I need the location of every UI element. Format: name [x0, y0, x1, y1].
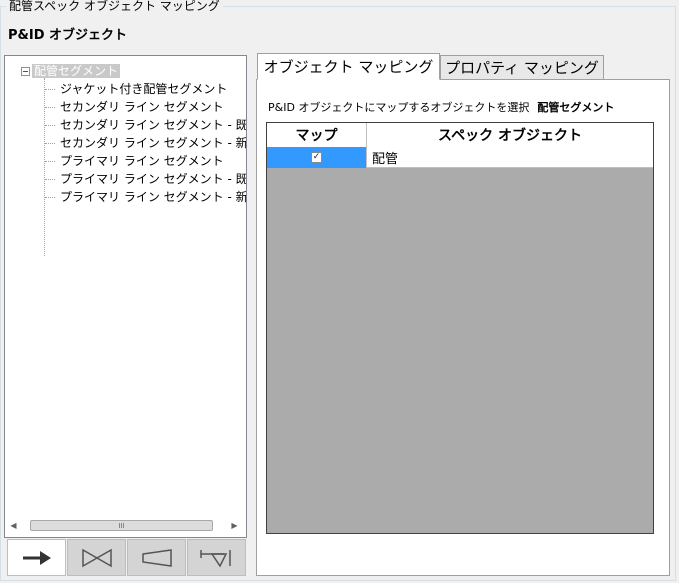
table-row[interactable]: ✓ 配管: [267, 147, 653, 168]
scroll-right-icon[interactable]: ▶: [226, 517, 243, 534]
tree-item-label[interactable]: プライマリ ライン セグメント: [60, 152, 224, 170]
tree-item-label[interactable]: セカンダリ ライン セグメント: [60, 98, 224, 116]
pid-object-tree[interactable]: 配管セグメント ジャケット付き配管セグメント セカンダリ ライン セグメント セ…: [4, 55, 247, 538]
tree-item[interactable]: プライマリ ライン セグメント - 新: [45, 188, 246, 206]
tree-item-label[interactable]: セカンダリ ライン セグメント - 既: [60, 116, 246, 134]
tree-item-label[interactable]: ジャケット付き配管セグメント: [60, 80, 227, 98]
collapse-icon[interactable]: [21, 66, 30, 76]
scroll-left-icon[interactable]: ◀: [5, 517, 22, 534]
selected-object-name: 配管セグメント: [537, 101, 615, 114]
tree-item[interactable]: プライマリ ライン セグメント: [45, 152, 224, 170]
group-title: 配管スペック オブジェクト マッピング: [6, 0, 223, 13]
reducer-button[interactable]: [127, 539, 186, 576]
tree-item[interactable]: セカンダリ ライン セグメント - 既: [45, 116, 246, 134]
tab-object-mapping[interactable]: オブジェクト マッピング: [257, 53, 440, 80]
tree-item-label[interactable]: セカンダリ ライン セグメント - 新: [60, 134, 246, 152]
spec-object-cell[interactable]: 配管: [367, 147, 653, 168]
tree-item[interactable]: セカンダリ ライン セグメント: [45, 98, 224, 116]
scroll-thumb[interactable]: III: [30, 520, 213, 531]
select-prompt: P&ID オブジェクトにマップするオブジェクトを選択 配管セグメント: [268, 101, 614, 115]
section-title: P&ID オブジェクト: [8, 28, 128, 43]
column-header-spec-object[interactable]: スペック オブジェクト: [367, 123, 653, 147]
grid-header: マップ スペック オブジェクト: [267, 123, 653, 148]
reducer-icon: [141, 548, 172, 567]
map-cell[interactable]: ✓: [267, 147, 367, 168]
valve-button[interactable]: [67, 539, 126, 576]
arrow-right-button[interactable]: [7, 539, 66, 576]
object-type-toolbar: [4, 539, 247, 576]
spec-mapping-grid[interactable]: マップ スペック オブジェクト ✓ 配管: [266, 122, 654, 534]
tree-item[interactable]: ジャケット付き配管セグメント: [45, 80, 227, 98]
arrow-right-icon: [22, 550, 51, 565]
tree-root-node[interactable]: 配管セグメント: [21, 64, 121, 78]
valve-icon: [81, 548, 112, 567]
pipe-connector-icon: [199, 549, 231, 567]
tree-item-label[interactable]: プライマリ ライン セグメント - 既: [60, 170, 246, 188]
tree-item[interactable]: セカンダリ ライン セグメント - 新: [45, 134, 246, 152]
tree-item-label[interactable]: プライマリ ライン セグメント - 新: [60, 188, 246, 206]
pipe-connector-button[interactable]: [187, 539, 246, 576]
tab-property-mapping[interactable]: プロパティ マッピング: [440, 55, 604, 80]
tree-root-label[interactable]: 配管セグメント: [32, 64, 121, 78]
select-prompt-text: P&ID オブジェクトにマップするオブジェクトを選択: [268, 101, 530, 114]
column-header-map[interactable]: マップ: [267, 123, 367, 147]
tree-item[interactable]: プライマリ ライン セグメント - 既: [45, 170, 246, 188]
horizontal-scrollbar[interactable]: ◀ III ▶: [5, 517, 243, 534]
map-checkbox[interactable]: ✓: [311, 152, 322, 163]
